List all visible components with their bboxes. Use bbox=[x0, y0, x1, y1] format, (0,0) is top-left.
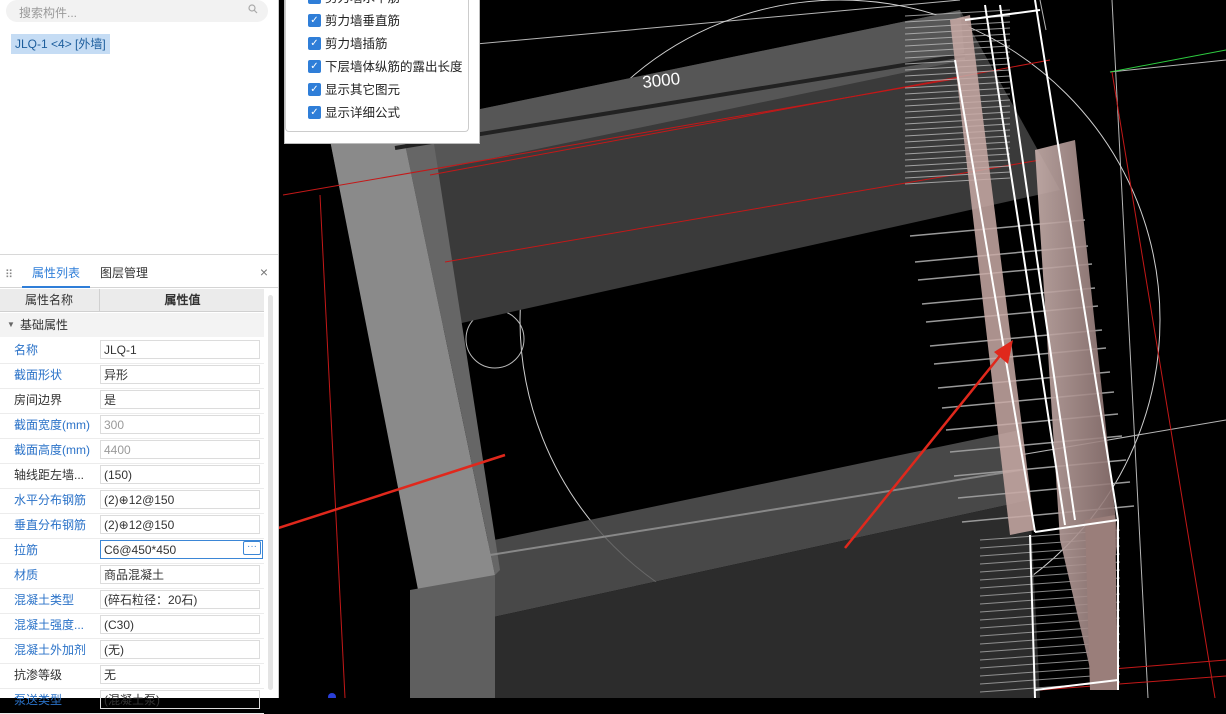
property-name: 混凝土类型 bbox=[14, 593, 75, 607]
panel-divider[interactable] bbox=[0, 254, 278, 255]
property-row[interactable]: 混凝土类型 (碎石粒径：20石) bbox=[0, 588, 264, 614]
property-row[interactable]: 截面形状 异形 bbox=[0, 363, 264, 389]
property-value-field[interactable]: (混凝土泵) bbox=[100, 690, 260, 709]
property-value-field[interactable]: (2)⊕12@150 bbox=[100, 490, 260, 509]
property-name: 名称 bbox=[14, 343, 39, 357]
property-name: 混凝土外加剂 bbox=[14, 643, 87, 657]
tab-properties[interactable]: 属性列表 bbox=[22, 262, 90, 288]
group-basic-properties[interactable]: ▼ 基础属性 bbox=[0, 313, 264, 337]
property-value-field[interactable]: 无 bbox=[100, 665, 260, 684]
property-value-field[interactable]: (150) bbox=[100, 465, 260, 484]
property-row[interactable]: 截面宽度(mm) 300 bbox=[0, 413, 264, 439]
property-row[interactable]: 轴线距左墙... (150) bbox=[0, 463, 264, 489]
property-row[interactable]: 房间边界 是 bbox=[0, 388, 264, 414]
wall-base bbox=[410, 575, 495, 698]
display-options-popup: ✓ 剪力墙水平筋 ✓ 剪力墙垂直筋 ✓ 剪力墙插筋 ✓ 下层墙体纵筋的露出长度 ✓ 显示其它图元 ✓… bbox=[284, 0, 480, 144]
property-row[interactable]: 垂直分布钢筋 (2)⊕12@150 bbox=[0, 513, 264, 539]
property-value-field[interactable]: 是 bbox=[100, 390, 260, 409]
dimension-label: 3000 bbox=[641, 69, 681, 92]
display-option-label: 剪力墙水平筋 bbox=[325, 0, 400, 7]
property-value-field[interactable]: 异形 bbox=[100, 365, 260, 384]
property-value-field[interactable]: (无) bbox=[100, 640, 260, 659]
display-option-label: 剪力墙插筋 bbox=[325, 37, 388, 51]
property-name: 截面宽度(mm) bbox=[14, 418, 90, 432]
display-option-label: 剪力墙垂直筋 bbox=[325, 14, 401, 28]
property-name: 材质 bbox=[14, 568, 39, 582]
wall-panel-lower bbox=[1085, 515, 1118, 690]
checkmark-icon[interactable]: ✓ bbox=[308, 37, 321, 50]
property-row[interactable]: 截面高度(mm) 4400 bbox=[0, 438, 264, 464]
component-item[interactable]: JLQ-1 <4> [外墙] bbox=[11, 34, 110, 54]
property-name: 抗渗等级 bbox=[14, 668, 63, 682]
property-name: 拉筋 bbox=[14, 543, 39, 557]
checkmark-icon[interactable]: ✓ bbox=[308, 83, 321, 96]
property-row[interactable]: 泵送类型 (混凝土泵) bbox=[0, 688, 264, 714]
checkmark-icon[interactable]: ✓ bbox=[308, 60, 321, 73]
drag-handle-icon[interactable]: ⠿ bbox=[5, 268, 13, 281]
property-row[interactable]: 拉筋 C6@450*450 ··· bbox=[0, 538, 264, 564]
display-option-label: 下层墙体纵筋的露出长度 bbox=[325, 60, 463, 74]
display-option-label: 显示详细公式 bbox=[325, 106, 401, 120]
property-name: 垂直分布钢筋 bbox=[14, 518, 87, 532]
display-option-label: 显示其它图元 bbox=[325, 83, 401, 97]
scrollbar[interactable] bbox=[268, 295, 273, 690]
property-value-field[interactable]: 4400 bbox=[100, 440, 260, 459]
property-row[interactable]: 混凝土外加剂 (无) bbox=[0, 638, 264, 664]
property-value-field[interactable]: JLQ-1 bbox=[100, 340, 260, 359]
property-row[interactable]: 混凝土强度... (C30) bbox=[0, 613, 264, 639]
property-value-field[interactable]: 300 bbox=[100, 415, 260, 434]
left-panel: 搜索构件... JLQ-1 <4> [外墙] ⠿ 属性列表 图层管理 × 属性名… bbox=[0, 0, 279, 714]
search-icon[interactable] bbox=[248, 4, 258, 14]
property-value-field[interactable]: (碎石粒径：20石) bbox=[100, 590, 260, 609]
more-options-button[interactable]: ··· bbox=[243, 541, 261, 555]
column-header-value: 属性值 bbox=[99, 289, 265, 311]
search-input[interactable]: 搜索构件... bbox=[19, 4, 77, 21]
property-row[interactable]: 抗渗等级 无 bbox=[0, 663, 264, 689]
property-name: 轴线距左墙... bbox=[14, 468, 85, 482]
checkmark-icon[interactable]: ✓ bbox=[308, 106, 321, 119]
column-header-name: 属性名称 bbox=[24, 293, 73, 307]
property-name: 泵送类型 bbox=[14, 693, 63, 707]
property-value-field[interactable]: (C30) bbox=[100, 615, 260, 634]
property-value-field[interactable]: (2)⊕12@150 bbox=[100, 515, 260, 534]
checkmark-icon[interactable]: ✓ bbox=[308, 0, 321, 4]
property-row[interactable]: 名称 JLQ-1 bbox=[0, 338, 264, 364]
property-name: 截面形状 bbox=[14, 368, 63, 382]
property-name: 水平分布钢筋 bbox=[14, 493, 87, 507]
property-name: 混凝土强度... bbox=[14, 618, 85, 632]
tab-layers[interactable]: 图层管理 bbox=[100, 262, 148, 286]
property-value-field[interactable]: C6@450*450 bbox=[100, 540, 263, 559]
search-box[interactable]: 搜索构件... bbox=[6, 0, 268, 22]
property-row[interactable]: 材质 商品混凝土 bbox=[0, 563, 264, 589]
property-value-field[interactable]: 商品混凝土 bbox=[100, 565, 260, 584]
property-tabs: ⠿ 属性列表 图层管理 × bbox=[0, 262, 278, 288]
property-row[interactable]: 水平分布钢筋 (2)⊕12@150 bbox=[0, 488, 264, 514]
property-name: 房间边界 bbox=[14, 393, 63, 407]
close-icon[interactable]: × bbox=[260, 264, 268, 280]
group-label: 基础属性 bbox=[20, 318, 69, 332]
collapse-triangle-icon[interactable]: ▼ bbox=[7, 313, 15, 337]
table-header: 属性名称 属性值 bbox=[0, 289, 264, 312]
property-name: 截面高度(mm) bbox=[14, 443, 90, 457]
checkmark-icon[interactable]: ✓ bbox=[308, 14, 321, 27]
